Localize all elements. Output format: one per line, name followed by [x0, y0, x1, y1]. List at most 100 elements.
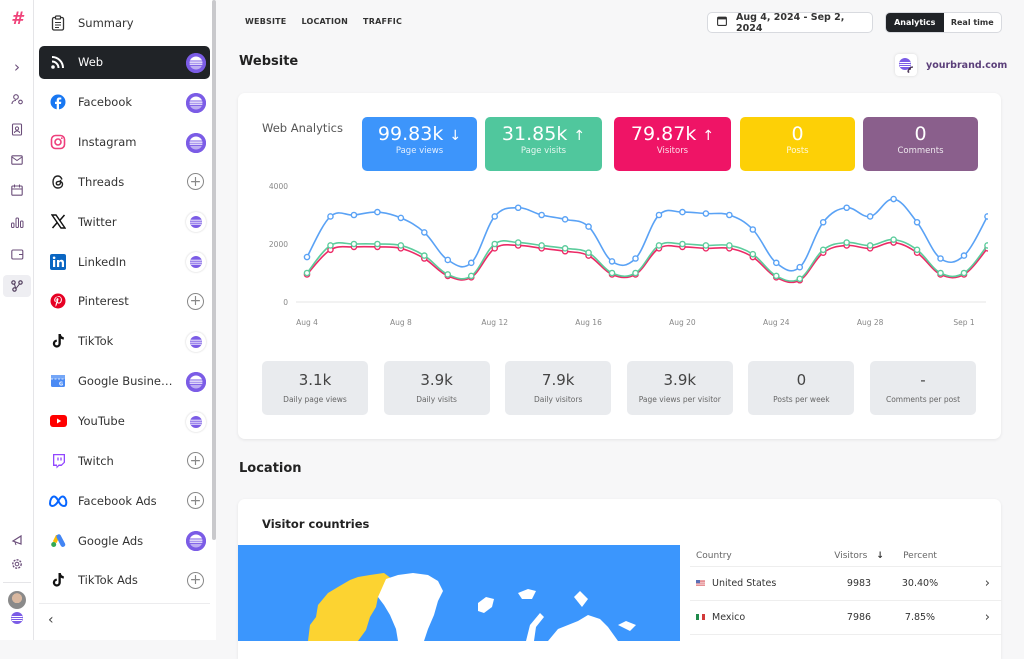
data-point-page-views[interactable] — [467, 259, 475, 267]
brand-chip[interactable]: yourbrand.com — [895, 54, 1007, 76]
wallet-icon[interactable] — [8, 245, 26, 263]
date-range-picker[interactable]: Aug 4, 2024 - Sep 2, 2024 — [707, 12, 873, 34]
connected-brand-icon[interactable] — [186, 52, 206, 73]
mail-icon[interactable] — [8, 151, 26, 169]
data-point-page-views[interactable] — [866, 213, 874, 220]
sidebar-item-facebook-ads[interactable]: Facebook Ads + — [39, 484, 210, 517]
connect-plus-icon[interactable]: + — [187, 173, 204, 191]
data-point-page-visits[interactable] — [632, 269, 639, 277]
data-point-page-visits[interactable] — [984, 242, 988, 249]
data-point-page-views[interactable] — [538, 211, 545, 219]
sidebar-item-google-business[interactable]: G Google Business ... — [39, 365, 210, 398]
tab-location[interactable]: LOCATION — [301, 17, 348, 26]
sidebar-item-youtube[interactable]: YouTube — [39, 405, 210, 438]
sidebar-item-tiktok[interactable]: TikTok — [39, 325, 210, 358]
sidebar-item-linkedin[interactable]: LinkedIn — [39, 245, 210, 278]
sidebar-item-google-ads[interactable]: Google Ads — [39, 524, 210, 557]
data-point-page-views[interactable] — [702, 210, 710, 217]
connected-brand-icon[interactable] — [186, 411, 206, 432]
sidebar-item-pinterest[interactable]: Pinterest + — [39, 285, 210, 318]
data-point-page-visits[interactable] — [561, 245, 569, 252]
sidebar-item-twitter[interactable]: Twitter — [39, 205, 210, 238]
data-point-page-visits[interactable] — [514, 239, 522, 246]
data-point-page-visits[interactable] — [538, 242, 545, 249]
settings-icon[interactable] — [8, 555, 26, 573]
data-point-page-views[interactable] — [984, 213, 988, 220]
data-point-page-views[interactable] — [561, 216, 569, 223]
contacts-icon[interactable] — [8, 120, 26, 138]
col-country[interactable]: Country — [690, 551, 828, 561]
data-point-page-views[interactable] — [491, 213, 499, 220]
connected-brand-icon[interactable] — [186, 252, 206, 273]
sidebar-scrollbar[interactable] — [212, 0, 216, 540]
data-point-page-views[interactable] — [421, 229, 428, 236]
user-avatar[interactable] — [8, 591, 26, 609]
col-percent[interactable]: Percent — [890, 551, 950, 561]
data-point-page-visits[interactable] — [655, 242, 663, 249]
data-point-page-visits[interactable] — [374, 240, 381, 248]
kpi-visitors[interactable]: 79.87k ↑ Visitors — [614, 117, 731, 171]
data-point-page-visits[interactable] — [796, 275, 804, 283]
analytics-mode-button[interactable]: Analytics — [886, 13, 944, 32]
sidebar-item-tiktok-ads[interactable]: TikTok Ads + — [39, 564, 210, 597]
data-point-page-visits[interactable] — [679, 240, 686, 248]
connect-plus-icon[interactable]: + — [187, 492, 204, 510]
connected-brand-icon[interactable] — [186, 331, 206, 352]
connected-brand-icon[interactable] — [186, 371, 206, 392]
country-row[interactable]: Mexico 7986 7.85% › — [690, 601, 1002, 635]
data-point-page-views[interactable] — [632, 255, 639, 262]
app-logo[interactable]: # — [8, 9, 26, 29]
calendar-icon[interactable] — [8, 181, 26, 199]
country-row[interactable]: United States 9983 30.40% › — [690, 567, 1002, 601]
col-visitors[interactable]: Visitors ↓ — [828, 551, 890, 561]
data-point-page-visits[interactable] — [350, 240, 358, 248]
data-point-page-visits[interactable] — [890, 236, 897, 243]
sidebar-item-instagram[interactable]: Instagram — [39, 126, 210, 159]
data-point-page-visits[interactable] — [467, 272, 475, 280]
kpi-page-visits[interactable]: 31.85k ↑ Page visits — [485, 117, 602, 171]
sidebar-item-web[interactable]: Web — [39, 45, 210, 79]
sidebar-item-facebook[interactable]: Facebook — [39, 86, 210, 119]
data-point-page-views[interactable] — [913, 218, 921, 226]
users-icon[interactable] — [8, 90, 26, 108]
data-point-page-views[interactable] — [397, 214, 405, 222]
data-point-page-views[interactable] — [679, 208, 686, 216]
data-point-page-visits[interactable] — [491, 240, 499, 248]
connect-plus-icon[interactable]: + — [187, 292, 204, 310]
data-point-page-visits[interactable] — [585, 249, 592, 256]
data-point-page-views[interactable] — [819, 218, 827, 226]
sidebar-item-threads[interactable]: Threads + — [39, 165, 210, 198]
data-point-page-views[interactable] — [374, 208, 381, 216]
workflow-icon[interactable] — [3, 275, 31, 297]
data-point-page-views[interactable] — [890, 195, 897, 203]
data-point-page-views[interactable] — [608, 258, 616, 265]
connect-plus-icon[interactable]: + — [187, 452, 204, 470]
data-point-page-views[interactable] — [960, 252, 968, 259]
kpi-posts[interactable]: 0 Posts — [740, 117, 855, 171]
data-point-page-visits[interactable] — [960, 269, 968, 277]
kpi-page-views[interactable]: 99.83k ↓ Page views — [362, 117, 477, 171]
megaphone-icon[interactable] — [8, 531, 26, 549]
data-point-page-visits[interactable] — [726, 242, 733, 249]
sidebar-item-summary[interactable]: Summary — [39, 6, 210, 39]
kpi-comments[interactable]: 0 Comments — [863, 117, 978, 171]
data-point-page-visits[interactable] — [819, 246, 827, 254]
sidebar-item-twitch[interactable]: Twitch + — [39, 444, 210, 477]
world-map[interactable] — [238, 545, 680, 641]
data-point-page-visits[interactable] — [444, 271, 452, 278]
expand-icon[interactable]: › — [8, 58, 26, 76]
data-point-page-visits[interactable] — [327, 242, 334, 249]
data-point-page-visits[interactable] — [702, 242, 710, 249]
connected-brand-icon[interactable] — [186, 212, 206, 233]
data-point-page-visits[interactable] — [772, 272, 780, 280]
data-point-page-visits[interactable] — [937, 269, 944, 277]
collapse-sidebar-button[interactable]: ‹ — [48, 612, 54, 628]
chevron-right-icon[interactable]: › — [950, 576, 990, 591]
connected-brand-icon[interactable] — [186, 531, 206, 552]
data-point-page-views[interactable] — [655, 211, 663, 219]
data-point-page-views[interactable] — [843, 204, 850, 212]
data-point-page-visits[interactable] — [843, 239, 850, 246]
tab-traffic[interactable]: TRAFFIC — [363, 17, 402, 26]
data-point-page-views[interactable] — [726, 211, 733, 219]
connect-plus-icon[interactable]: + — [187, 571, 204, 589]
